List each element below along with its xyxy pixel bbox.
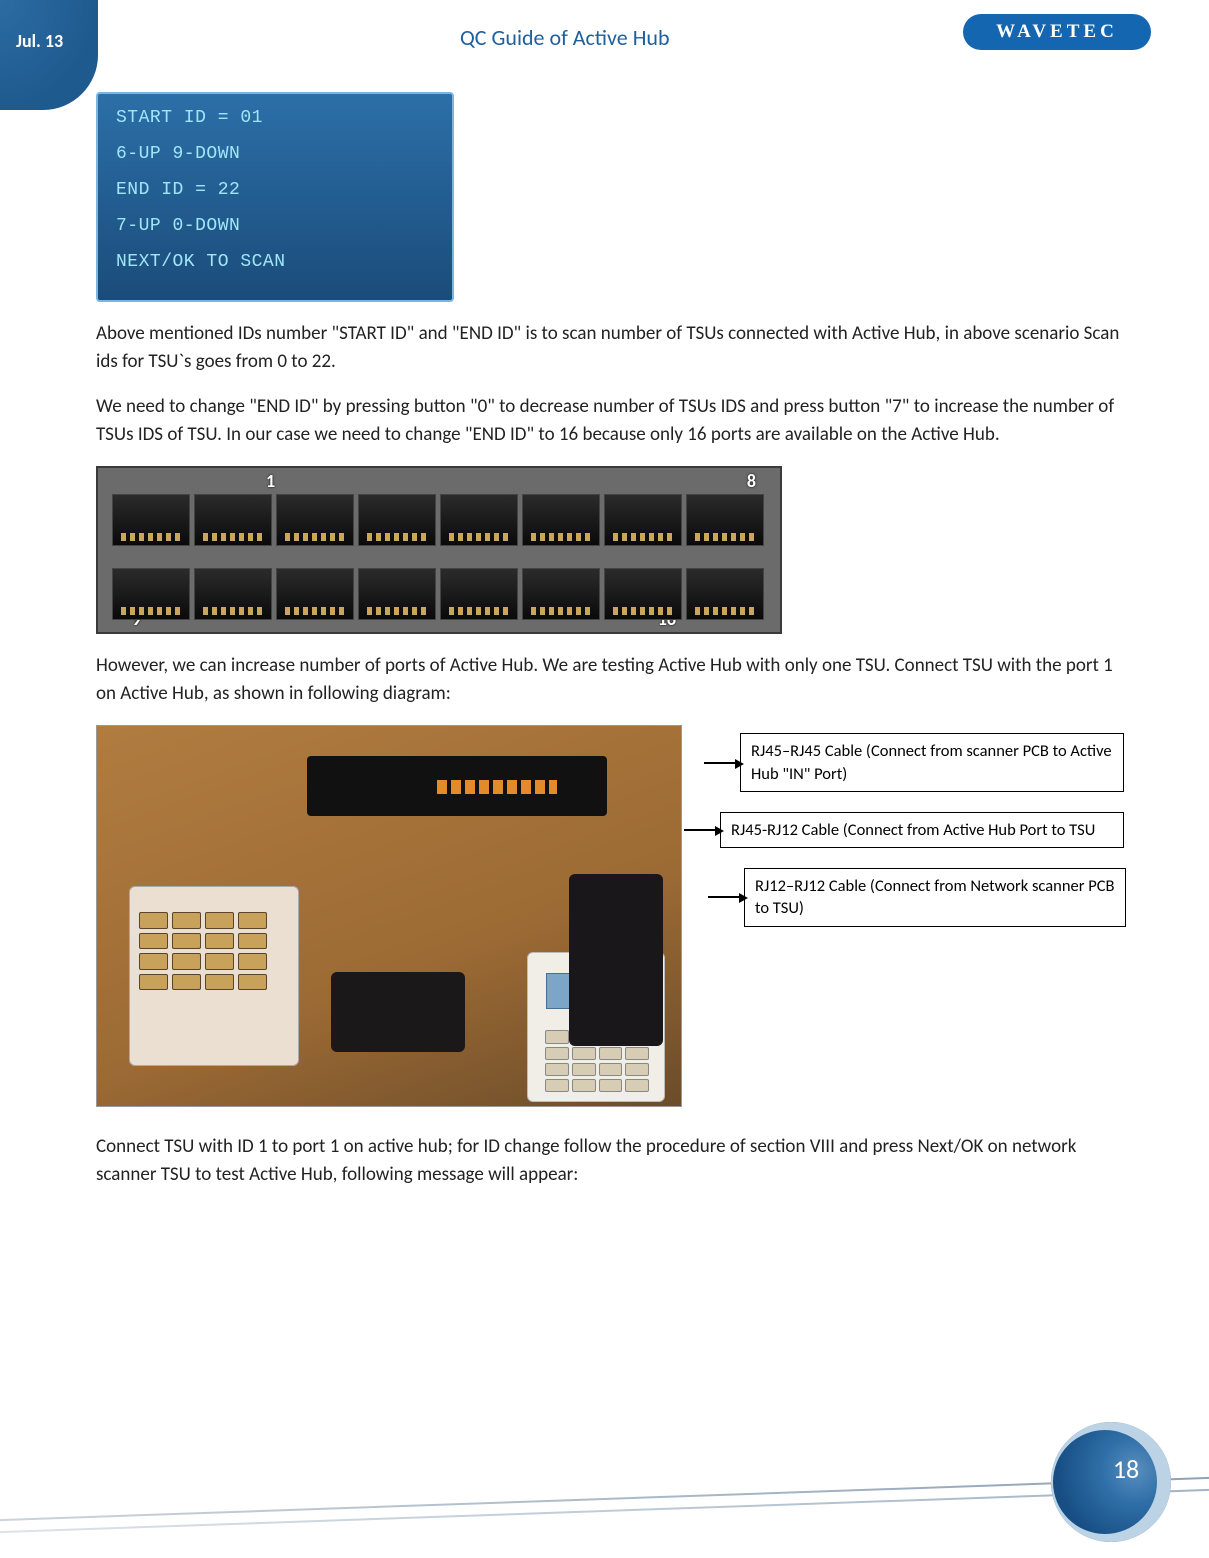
paragraph-1: Above mentioned IDs number "START ID" an…	[96, 320, 1126, 375]
paragraph-2: We need to change "END ID" by pressing b…	[96, 393, 1126, 448]
rj-port	[522, 494, 600, 546]
port-label-1: 1	[266, 470, 275, 492]
page-number-badge: 18	[1051, 1422, 1171, 1542]
rj-port	[604, 494, 682, 546]
lcd-line-3: END ID = 22	[116, 180, 434, 200]
rj-port	[112, 568, 190, 620]
lcd-panel: START ID = 01 6-UP 9-DOWN END ID = 22 7-…	[96, 92, 454, 302]
port-row-top	[112, 494, 764, 546]
callout-row-2: RJ45-RJ12 Cable (Connect from Active Hub…	[684, 812, 1126, 848]
footer-line	[0, 1487, 1209, 1535]
rj-port	[440, 568, 518, 620]
arrow-icon	[684, 829, 720, 831]
port-label-8: 8	[747, 470, 756, 492]
rj-port	[686, 494, 764, 546]
power-adapter-1	[331, 972, 465, 1052]
page-title: QC Guide of Active Hub	[460, 24, 670, 51]
rj-port	[358, 494, 436, 546]
power-adapter-2	[569, 874, 663, 1046]
page-content: START ID = 01 6-UP 9-DOWN END ID = 22 7-…	[96, 92, 1126, 1206]
connection-figure-row: RJ45–RJ45 Cable (Connect from scanner PC…	[96, 725, 1126, 1107]
connection-photo	[96, 725, 682, 1107]
rj-port	[112, 494, 190, 546]
callout-box-3: RJ12–RJ12 Cable (Connect from Network sc…	[744, 868, 1126, 927]
logo-text: WAVETEC	[996, 21, 1118, 42]
body-text-block-2: However, we can increase number of ports…	[96, 652, 1126, 707]
callout-row-3: RJ12–RJ12 Cable (Connect from Network sc…	[708, 868, 1126, 927]
callout-column: RJ45–RJ45 Cable (Connect from scanner PC…	[704, 725, 1126, 946]
footer-line	[0, 1475, 1209, 1523]
hub-ports-figure: 1 8 9 16	[96, 466, 782, 634]
lcd-line-2: 6-UP 9-DOWN	[116, 144, 434, 164]
rj-port	[358, 568, 436, 620]
date-text: Jul. 13	[16, 30, 63, 52]
rj-port	[194, 568, 272, 620]
active-hub-device	[307, 756, 607, 816]
paragraph-3: However, we can increase number of ports…	[96, 652, 1126, 707]
lcd-line-5: NEXT/OK TO SCAN	[116, 252, 434, 272]
rj-port	[604, 568, 682, 620]
rj-port	[440, 494, 518, 546]
body-text-block-3: Connect TSU with ID 1 to port 1 on activ…	[96, 1133, 1126, 1188]
rj-port	[522, 568, 600, 620]
brand-logo: WAVETEC	[963, 14, 1151, 50]
rj-port	[276, 494, 354, 546]
rj-port	[686, 568, 764, 620]
rj-port	[276, 568, 354, 620]
callout-box-1: RJ45–RJ45 Cable (Connect from scanner PC…	[740, 733, 1124, 792]
rj-port	[194, 494, 272, 546]
lcd-line-4: 7-UP 0-DOWN	[116, 216, 434, 236]
lcd-line-1: START ID = 01	[116, 108, 434, 128]
arrow-icon	[708, 896, 744, 898]
port-row-bottom	[112, 568, 764, 620]
page-number: 18	[1113, 1453, 1139, 1485]
date-tab: Jul. 13	[0, 0, 98, 110]
arrow-icon	[704, 762, 740, 764]
paragraph-4: Connect TSU with ID 1 to port 1 on activ…	[96, 1133, 1126, 1188]
body-text-block-1: Above mentioned IDs number "START ID" an…	[96, 320, 1126, 448]
scanner-keypad	[139, 912, 267, 990]
callout-row-1: RJ45–RJ45 Cable (Connect from scanner PC…	[704, 733, 1126, 792]
callout-box-2: RJ45-RJ12 Cable (Connect from Active Hub…	[720, 812, 1124, 848]
